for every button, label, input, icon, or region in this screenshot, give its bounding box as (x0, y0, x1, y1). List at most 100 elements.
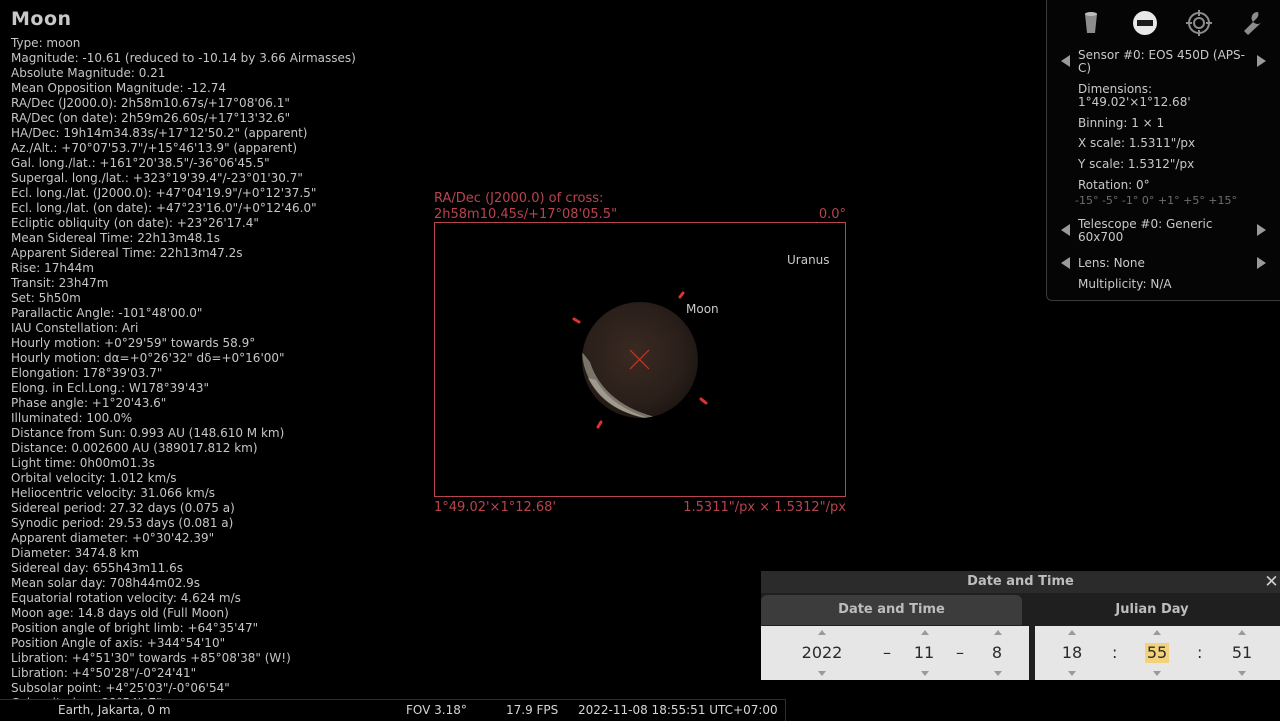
telescope-label: Telescope #0: Generic 60x700 (1078, 217, 1213, 244)
time-spinner-group: 18 : 55 : 51 (1035, 626, 1280, 680)
time-separator: : (1112, 643, 1118, 662)
info-line: Position angle of bright limb: +64°35'47… (11, 621, 259, 635)
info-line: Mean solar day: 708h44m02.9s (11, 576, 201, 590)
year-down-icon[interactable] (818, 671, 826, 676)
info-line: Libration: +4°50'28"/-0°24'41" (11, 666, 197, 680)
info-line: Equatorial rotation velocity: 4.624 m/s (11, 591, 241, 605)
info-line: RA/Dec (on date): 2h59m26.60s/+17°13'32.… (11, 111, 291, 125)
object-info-panel: Moon Type: moon Magnitude: -10.61 (reduce… (11, 8, 431, 711)
object-title: Moon (11, 8, 72, 30)
minute-down-icon[interactable] (1153, 671, 1161, 676)
eyepiece-icon[interactable] (1076, 8, 1106, 38)
second-input[interactable]: 51 (1225, 643, 1259, 663)
info-line: Elongation: 178°39'03.7" (11, 366, 163, 380)
ccd-caption-line1: RA/Dec (J2000.0) of cross: (434, 191, 604, 206)
info-line: Libration: +4°51'30" towards +85°08'38" … (11, 651, 291, 665)
date-spinner-group: 2022 – 11 – 8 (761, 626, 1029, 680)
ccd-caption-line2: 2h58m10.45s/+17°08'05.5" (434, 207, 618, 222)
date-separator: – (883, 643, 891, 662)
rotation-scale-buttons[interactable]: -15° -5° -1° 0° +1° +5° +15° (1075, 194, 1237, 207)
lens-label: Lens: None (1078, 256, 1145, 270)
minute-input[interactable]: 55 (1145, 643, 1169, 663)
target-icon[interactable] (1184, 8, 1214, 38)
info-line: Ecliptic obliquity (on date): +23°26'17.… (11, 216, 259, 230)
day-input[interactable]: 8 (983, 643, 1011, 663)
ccd-pixel-scale: 1.5311"/px × 1.5312"/px (683, 500, 846, 515)
moon-object[interactable] (560, 282, 730, 442)
moon-lit-crescent (582, 352, 670, 418)
info-line: Moon age: 14.8 days old (Full Moon) (11, 606, 229, 620)
date-time-dialog: Date and Time ✕ Date and Time Julian Day… (761, 571, 1280, 680)
sensor-label: Sensor #0: EOS 450D (APS-C) (1078, 48, 1245, 75)
second-down-icon[interactable] (1238, 671, 1246, 676)
info-line: Hourly motion: dα=+0°26'32" dδ=+0°16'00" (11, 351, 285, 365)
info-line: Orbital velocity: 1.012 km/s (11, 471, 177, 485)
previous-lens-button[interactable] (1061, 257, 1070, 269)
minute-up-icon[interactable] (1153, 630, 1161, 635)
year-up-icon[interactable] (818, 630, 826, 635)
close-icon[interactable]: ✕ (1263, 571, 1280, 593)
hour-input[interactable]: 18 (1055, 643, 1089, 663)
time-separator: : (1197, 643, 1203, 662)
location-readout[interactable]: Earth, Jakarta, 0 m (58, 703, 171, 717)
wrench-icon[interactable] (1238, 8, 1268, 38)
ccd-sensor-icon[interactable] (1130, 8, 1160, 38)
tab-julian-day[interactable]: Julian Day (1024, 595, 1280, 625)
previous-telescope-button[interactable] (1061, 224, 1070, 236)
info-line: Heliocentric velocity: 31.066 km/s (11, 486, 216, 500)
info-line: Sidereal period: 27.32 days (0.075 a) (11, 501, 235, 515)
info-line: Transit: 23h47m (11, 276, 109, 290)
info-line: Hourly motion: +0°29'59" towards 58.9° (11, 336, 256, 350)
info-line: Mean Opposition Magnitude: -12.74 (11, 81, 227, 95)
fps-readout: 17.9 FPS (506, 703, 559, 717)
info-line: Ecl. long./lat. (J2000.0): +47°04'19.9"/… (11, 186, 317, 200)
day-up-icon[interactable] (994, 630, 1002, 635)
info-line: Az./Alt.: +70°07'53.7"/+15°46'13.9" (app… (11, 141, 298, 155)
info-line: Light time: 0h00m01.3s (11, 456, 155, 470)
month-input[interactable]: 11 (907, 643, 941, 663)
info-line: Mean Sidereal Time: 22h13m48.1s (11, 231, 221, 245)
object-info-lines: Type: moon Magnitude: -10.61 (reduced to … (11, 36, 431, 711)
info-line: Subsolar point: +4°25'03"/-0°06'54" (11, 681, 230, 695)
info-line: Distance from Sun: 0.993 AU (148.610 M k… (11, 426, 285, 440)
tab-date-and-time[interactable]: Date and Time (761, 595, 1022, 625)
info-line: RA/Dec (J2000.0): 2h58m10.67s/+17°08'06.… (11, 96, 290, 110)
date-separator: – (956, 643, 964, 662)
info-line: Phase angle: +1°20'43.6" (11, 396, 167, 410)
next-sensor-button[interactable] (1257, 55, 1266, 67)
dimensions-value: 1°49.02'×1°12.68' (1078, 95, 1191, 109)
fov-readout: FOV 3.18° (406, 703, 467, 717)
info-line: Synodic period: 29.53 days (0.081 a) (11, 516, 234, 530)
status-bar: Earth, Jakarta, 0 m FOV 3.18° 17.9 FPS 2… (0, 699, 786, 721)
info-line: Supergal. long./lat.: +323°19'39.4"/-23°… (11, 171, 303, 185)
info-line: Illuminated: 100.0% (11, 411, 133, 425)
ccd-cross-coordinates: RA/Dec (J2000.0) of cross: 2h58m10.45s/+… (434, 191, 617, 223)
previous-sensor-button[interactable] (1061, 55, 1070, 67)
info-line: Sidereal day: 655h43m11.6s (11, 561, 184, 575)
info-line: Apparent diameter: +0°30'42.39" (11, 531, 215, 545)
dialog-title[interactable]: Date and Time (761, 571, 1280, 593)
hour-up-icon[interactable] (1068, 630, 1076, 635)
y-scale-label: Y scale: 1.5312"/px (1078, 157, 1195, 171)
year-input[interactable]: 2022 (791, 643, 853, 663)
oculars-panel: Sensor #0: EOS 450D (APS-C) Dimensions: … (1046, 0, 1280, 301)
month-down-icon[interactable] (921, 671, 929, 676)
hour-down-icon[interactable] (1068, 671, 1076, 676)
day-down-icon[interactable] (994, 671, 1002, 676)
info-line: Set: 5h50m (11, 291, 81, 305)
oculars-toolbar (1047, 8, 1280, 38)
second-up-icon[interactable] (1238, 630, 1246, 635)
binning-label: Binning: 1 × 1 (1078, 116, 1165, 130)
info-line: Absolute Magnitude: 0.21 (11, 66, 166, 80)
next-telescope-button[interactable] (1257, 224, 1266, 236)
next-lens-button[interactable] (1257, 257, 1266, 269)
x-scale-label: X scale: 1.5311"/px (1078, 136, 1196, 150)
datetime-readout[interactable]: 2022-11-08 18:55:51 UTC+07:00 (578, 703, 778, 717)
ccd-rotation-readout: 0.0° (818, 207, 846, 222)
info-line: Distance: 0.002600 AU (389017.812 km) (11, 441, 258, 455)
info-line: Gal. long./lat.: +161°20'38.5"/-36°06'45… (11, 156, 270, 170)
uranus-label[interactable]: Uranus (787, 253, 830, 267)
info-line: Diameter: 3474.8 km (11, 546, 140, 560)
month-up-icon[interactable] (921, 630, 929, 635)
info-line: Position Angle of axis: +344°54'10" (11, 636, 226, 650)
